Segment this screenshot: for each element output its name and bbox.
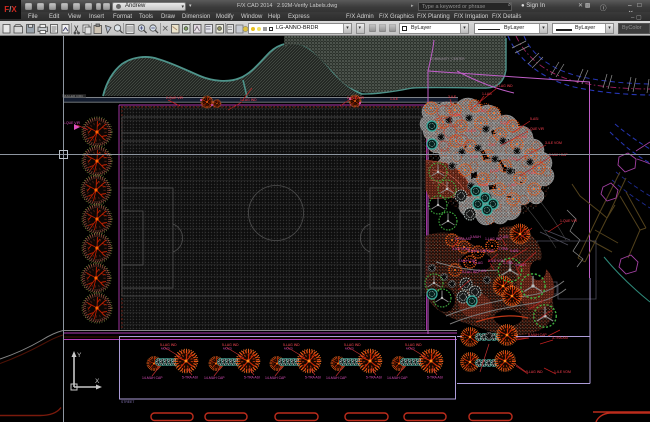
svg-text:5-TRA ASI: 5-TRA ASI [305,376,321,380]
svg-text:2-QUE VIR: 2-QUE VIR [347,96,365,100]
svg-text:5-LAG IND: 5-LAG IND [526,370,543,374]
svg-text:5-MUH: 5-MUH [466,129,477,133]
svg-text:MULTI: MULTI [284,347,293,351]
svg-text:3-ASI: 3-ASI [528,171,536,175]
svg-text:3-DEF: 3-DEF [478,109,487,113]
svg-text:3-ILE: 3-ILE [448,95,457,99]
svg-text:Y: Y [77,352,82,359]
svg-text:3-MUH: 3-MUH [515,263,526,267]
svg-text:5-CAP: 5-CAP [490,169,499,173]
svg-text:1-ILE: 1-ILE [390,97,399,101]
svg-text:5-ASI: 5-ASI [530,117,539,121]
svg-text:3-LAG IND: 3-LAG IND [496,84,513,88]
svg-text:2-QUE VIR: 2-QUE VIR [166,96,184,100]
svg-text:5-MUH CAP: 5-MUH CAP [528,333,547,337]
svg-text:1-QUE VIR: 1-QUE VIR [527,127,545,131]
svg-text:MULTI: MULTI [345,347,354,351]
svg-text:MULTI: MULTI [161,347,170,351]
svg-text:14-MUH CAP: 14-MUH CAP [142,376,163,380]
svg-text:3-LAG: 3-LAG [473,261,483,265]
svg-text:7-ASI: 7-ASI [500,235,509,239]
svg-text:1-QUE VIR: 1-QUE VIR [560,219,578,223]
svg-text:14-MUH CAP: 14-MUH CAP [387,376,408,380]
svg-text:5-TRA ASI: 5-TRA ASI [455,237,471,241]
svg-text:MULLER CIRC: MULLER CIRC [63,94,84,98]
svg-text:5-TRA ASI: 5-TRA ASI [244,376,260,380]
svg-text:MULTI: MULTI [223,347,232,351]
svg-text:MULTI: MULTI [406,347,415,351]
svg-text:3-ILE: 3-ILE [488,143,496,147]
svg-text:3-VOM: 3-VOM [478,183,488,187]
svg-text:1-QUE VIR: 1-QUE VIR [63,121,81,125]
svg-text:5-TRA ASI: 5-TRA ASI [182,376,198,380]
svg-text:3-TRA ASI: 3-TRA ASI [552,336,568,340]
svg-text:1-TRA: 1-TRA [503,261,514,265]
svg-text:1-LAG: 1-LAG [482,92,492,96]
svg-text:X: X [95,378,100,385]
svg-text:14-MUH CAP: 14-MUH CAP [326,376,347,380]
svg-text:3-ILE VOM: 3-ILE VOM [452,247,469,251]
svg-text:3-TRA: 3-TRA [498,247,509,251]
svg-text:1-ABC: 1-ABC [452,113,462,117]
svg-text:1-IND: 1-IND [508,183,517,187]
svg-text:2-VIR: 2-VIR [470,155,479,159]
svg-text:3-MUH: 3-MUH [470,235,481,239]
svg-text:14-MUH CAP: 14-MUH CAP [204,376,225,380]
svg-text:5-TRA ASI: 5-TRA ASI [427,376,443,380]
svg-text:1-ILE VOM: 1-ILE VOM [554,370,571,374]
svg-text:COMMUNITY_CENTER: COMMUNITY_CENTER [430,57,465,61]
svg-text:STREET: STREET [121,400,134,404]
svg-text:5-LAG IND: 5-LAG IND [462,270,479,274]
svg-text:1-QUE: 1-QUE [484,249,495,253]
svg-text:5-ASI: 5-ASI [510,249,519,253]
svg-text:3-ASI: 3-ASI [478,269,487,273]
svg-text:2-QUE: 2-QUE [500,121,510,125]
svg-text:3-ILE VOM: 3-ILE VOM [545,141,562,145]
svg-text:14-MUH CAP: 14-MUH CAP [265,376,286,380]
svg-text:5-TRA ASI: 5-TRA ASI [366,376,382,380]
